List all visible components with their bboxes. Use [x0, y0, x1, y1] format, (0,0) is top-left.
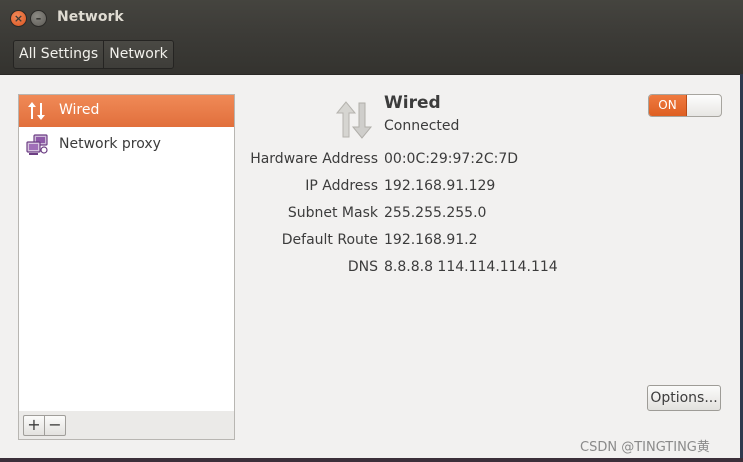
minimize-icon: –	[35, 12, 42, 25]
detail-value: 8.8.8.8 114.114.114.114	[384, 259, 558, 275]
title-bar[interactable]: × – Network	[0, 0, 743, 35]
sidebar-item-wired[interactable]: Wired	[19, 95, 234, 127]
watermark: CSDN @TINGTING黄	[580, 440, 710, 455]
switch-on-label: ON	[649, 95, 687, 116]
detail-row-ip-address: IP Address 192.168.91.129	[0, 178, 743, 198]
remove-device-button[interactable]: −	[44, 415, 66, 436]
wired-device-icon	[335, 101, 373, 139]
detail-value: 00:0C:29:97:2C:7D	[384, 151, 519, 167]
toolbar: All Settings Network	[0, 35, 743, 75]
minimize-window-button[interactable]: –	[30, 10, 47, 27]
desktop-edge-bottom	[0, 458, 743, 462]
detail-row-dns: DNS 8.8.8.8 114.114.114.114	[0, 259, 743, 279]
device-name: Wired	[384, 93, 441, 113]
detail-value: 192.168.91.129	[384, 178, 496, 194]
detail-row-hardware-address: Hardware Address 00:0C:29:97:2C:7D	[0, 151, 743, 171]
breadcrumb: All Settings Network	[13, 40, 174, 69]
device-list-toolbar: + −	[18, 411, 235, 440]
window-title: Network	[57, 9, 124, 25]
device-status: Connected	[384, 118, 460, 134]
detail-label: Default Route	[281, 232, 378, 248]
device-list: Wired Network proxy	[18, 94, 235, 412]
close-icon: ×	[13, 12, 24, 25]
options-button[interactable]: Options...	[647, 385, 721, 411]
network-settings-window: × – Network All Settings Network Wired N…	[0, 0, 743, 462]
sidebar-item-label: Network proxy	[59, 136, 161, 152]
add-device-button[interactable]: +	[23, 415, 45, 436]
wired-arrows-icon	[28, 102, 45, 120]
wired-power-switch[interactable]: ON	[648, 94, 722, 117]
detail-row-default-route: Default Route 192.168.91.2	[0, 232, 743, 252]
detail-row-subnet-mask: Subnet Mask 255.255.255.0	[0, 205, 743, 225]
detail-value: 192.168.91.2	[384, 232, 478, 248]
breadcrumb-network[interactable]: Network	[103, 41, 172, 68]
detail-label: DNS	[347, 259, 378, 275]
detail-label: Subnet Mask	[287, 205, 378, 221]
breadcrumb-all-settings[interactable]: All Settings	[14, 41, 103, 68]
detail-value: 255.255.255.0	[384, 205, 487, 221]
detail-label: IP Address	[305, 178, 378, 194]
detail-label: Hardware Address	[250, 151, 378, 167]
close-window-button[interactable]: ×	[10, 10, 27, 27]
sidebar-item-label: Wired	[59, 102, 100, 118]
